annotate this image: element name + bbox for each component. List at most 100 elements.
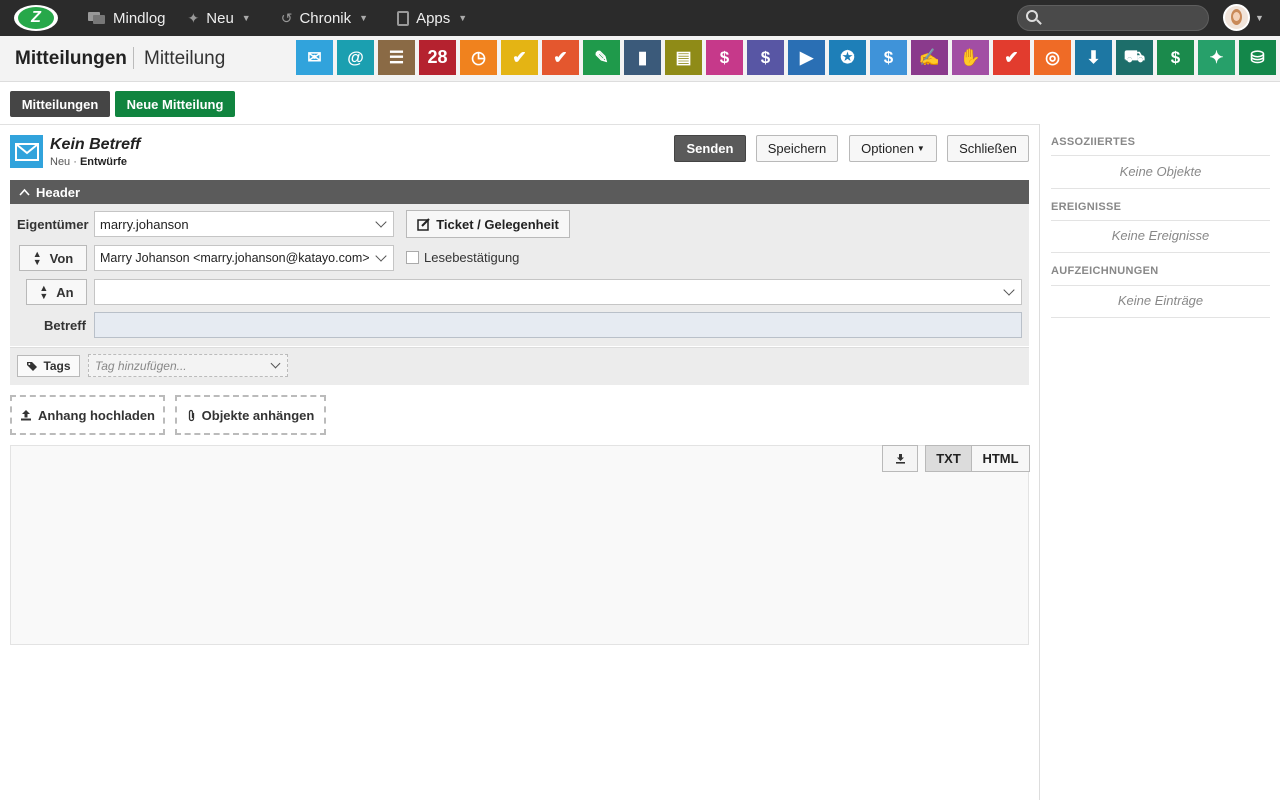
app-glyph: ◷ xyxy=(471,47,486,67)
owner-value: marry.johanson xyxy=(100,216,189,232)
nav-label-apps: Apps xyxy=(416,9,451,27)
search-icon xyxy=(1026,10,1038,22)
chevron-down-icon: ▼ xyxy=(359,13,369,23)
sidebar-section-title: ASSOZIIERTES xyxy=(1051,136,1136,148)
database-app-icon[interactable]: ⛁ xyxy=(1239,40,1276,75)
from-value: Marry Johanson <marry.johanson@katayo.co… xyxy=(100,251,370,265)
divider xyxy=(1051,252,1270,253)
deals-app-icon[interactable]: ✋ xyxy=(952,40,989,75)
nav-item-apps[interactable]: Apps ▼ xyxy=(397,10,467,27)
subject-input[interactable] xyxy=(94,312,1022,338)
chat-icon xyxy=(88,12,105,24)
app-glyph: $ xyxy=(883,47,894,67)
format-html-button[interactable]: HTML xyxy=(972,446,1029,471)
close-button[interactable]: Schließen xyxy=(947,135,1029,162)
nav-item-mindlog[interactable]: Mindlog xyxy=(88,10,166,27)
message-body-editor[interactable] xyxy=(10,445,1029,645)
message-status: Neu · Entwürfe xyxy=(50,156,127,168)
app-launcher-bar: ✉ @ ☰ 28 ◷ ✔ ✔ ✎ ▮ ▤ $ $ ▶ ✪ $ ✍ ✋ ✔ ◎ ⬇ ⛟ $ ✦ ⛁ xyxy=(296,40,1276,75)
download-icon xyxy=(895,454,905,464)
pricing-app-icon[interactable]: ✦ xyxy=(1198,40,1235,75)
logo-mark-icon: Z xyxy=(18,7,54,29)
tag-placeholder: Tag hinzufügen... xyxy=(95,358,187,373)
projects-app-icon[interactable]: ✔ xyxy=(542,40,579,75)
calendar-app-icon[interactable]: 28 xyxy=(419,40,456,75)
ticket-opportunity-button[interactable]: Ticket / Gelegenheit xyxy=(406,210,570,238)
top-navigation-bar: Z Mindlog ✦ Neu ▼ ↺ Chronik ▼ Apps ▼ ▼ xyxy=(0,0,1280,36)
tags-button[interactable]: Tags xyxy=(17,355,80,377)
shop-app-icon[interactable]: ⛟ xyxy=(1116,40,1153,75)
app-glyph: ◎ xyxy=(1045,47,1060,67)
header-section-toggle[interactable]: Header xyxy=(10,180,1029,204)
status-new: Neu · xyxy=(50,156,77,168)
payments-app-icon[interactable]: $ xyxy=(1157,40,1194,75)
documents-app-icon[interactable]: ▤ xyxy=(665,40,702,75)
options-button[interactable]: Optionen ▼ xyxy=(849,135,937,162)
tag-add-input[interactable]: Tag hinzufügen... xyxy=(88,354,288,377)
contracts-app-icon[interactable]: ✍ xyxy=(911,40,948,75)
to-field-toggle[interactable]: ▲ ▼ An xyxy=(26,279,87,305)
send-button[interactable]: Senden xyxy=(674,135,746,162)
tab-messages[interactable]: Mitteilungen xyxy=(10,91,110,117)
sidebar-section-title: EREIGNISSE xyxy=(1051,201,1122,213)
timer-app-icon[interactable]: ◷ xyxy=(460,40,497,75)
app-logo[interactable]: Z xyxy=(14,5,58,31)
campaign-app-icon[interactable]: ◎ xyxy=(1034,40,1071,75)
from-field-toggle[interactable]: ▲ ▼ Von xyxy=(19,245,87,271)
chevron-down-icon: ▼ xyxy=(916,144,925,153)
tasks-app-icon[interactable]: ✔ xyxy=(501,40,538,75)
contacts-app-icon[interactable]: ☰ xyxy=(378,40,415,75)
sidebar-section-title: AUFZEICHNUNGEN xyxy=(1051,265,1159,277)
bookmarks-app-icon[interactable]: ▮ xyxy=(624,40,661,75)
page-subtitle: Mitteilung xyxy=(144,48,226,69)
downloads-app-icon[interactable]: ⬇ xyxy=(1075,40,1112,75)
divider xyxy=(1051,317,1270,318)
sort-icon: ▲ ▼ xyxy=(39,283,49,301)
nav-label-mindlog: Mindlog xyxy=(113,9,166,27)
upload-attachment-button[interactable]: Anhang hochladen xyxy=(10,395,165,435)
new-message-button[interactable]: Neue Mitteilung xyxy=(115,91,235,117)
owner-select[interactable]: marry.johanson xyxy=(94,211,394,237)
invoices-app-icon[interactable]: ✔ xyxy=(993,40,1030,75)
divider xyxy=(0,124,1039,125)
chevron-down-icon xyxy=(375,216,387,228)
nav-label-neu: Neu xyxy=(206,9,234,27)
right-sidebar: ASSOZIIERTES Keine Objekte EREIGNISSE Ke… xyxy=(1039,124,1280,800)
support-app-icon[interactable]: ✪ xyxy=(829,40,866,75)
format-txt-button[interactable]: TXT xyxy=(926,446,972,471)
search-input[interactable] xyxy=(1017,5,1209,31)
delivery-app-icon[interactable]: ▶ xyxy=(788,40,825,75)
mail-app-icon[interactable]: ✉ xyxy=(296,40,333,75)
owner-label: Eigentümer xyxy=(17,217,89,232)
chevron-down-icon: ▼ xyxy=(458,13,468,23)
finance-app-icon[interactable]: $ xyxy=(747,40,784,75)
from-select[interactable]: Marry Johanson <marry.johanson@katayo.co… xyxy=(94,245,394,271)
app-glyph: ▤ xyxy=(675,47,692,67)
app-glyph: $ xyxy=(1170,47,1181,67)
app-glyph: ✉ xyxy=(307,47,322,67)
chevron-down-icon[interactable]: ▼ xyxy=(1255,13,1264,23)
budget-app-icon[interactable]: $ xyxy=(870,40,907,75)
ticket-opportunity-label: Ticket / Gelegenheit xyxy=(436,216,559,232)
download-button[interactable] xyxy=(882,445,918,472)
message-type-icon xyxy=(10,135,43,168)
history-icon: ↺ xyxy=(280,9,293,26)
nav-item-neu[interactable]: ✦ Neu ▼ xyxy=(188,10,251,27)
format-toggle: TXT HTML xyxy=(925,445,1030,472)
upload-icon xyxy=(21,410,31,421)
options-label: Optionen xyxy=(861,141,914,156)
nav-item-chronik[interactable]: ↺ Chronik ▼ xyxy=(281,10,368,27)
read-receipt-label: Lesebestätigung xyxy=(424,250,520,265)
read-receipt-checkbox[interactable] xyxy=(406,251,419,264)
attach-objects-button[interactable]: Objekte anhängen xyxy=(175,395,326,435)
user-avatar[interactable] xyxy=(1223,4,1250,31)
email-app-icon[interactable]: @ xyxy=(337,40,374,75)
message-title: Kein Betreff xyxy=(50,136,141,153)
app-glyph: @ xyxy=(347,47,364,67)
save-button[interactable]: Speichern xyxy=(756,135,838,162)
helpdesk-app-icon[interactable]: $ xyxy=(706,40,743,75)
divider xyxy=(1051,188,1270,189)
notes-app-icon[interactable]: ✎ xyxy=(583,40,620,75)
to-recipients-input[interactable] xyxy=(94,279,1022,305)
app-glyph: ✋ xyxy=(959,47,982,67)
